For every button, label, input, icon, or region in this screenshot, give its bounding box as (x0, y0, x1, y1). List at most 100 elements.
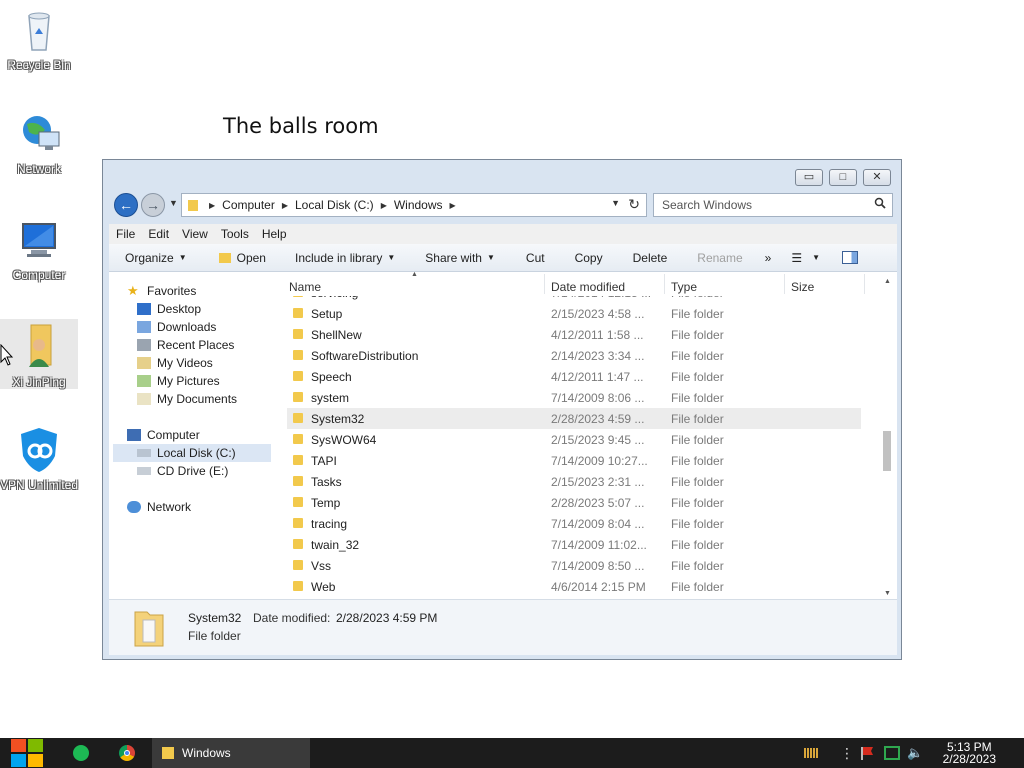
folder-icon (293, 350, 303, 360)
file-date: 7/14/2009 11:02... (551, 538, 647, 552)
nav-desktop[interactable]: Desktop (137, 300, 201, 318)
menu-file[interactable]: File (109, 227, 141, 241)
file-type: File folder (671, 370, 724, 384)
organize-button[interactable]: Organize ▼ (125, 251, 187, 265)
column-header-date[interactable]: Date modified (551, 280, 625, 294)
file-row[interactable]: twain_32 7/14/2009 11:02... File folder (287, 534, 861, 555)
copy-button[interactable]: Copy (575, 251, 603, 265)
column-divider[interactable] (544, 274, 545, 294)
column-divider[interactable] (664, 274, 665, 294)
share-with-button[interactable]: Share with ▼ (425, 251, 495, 265)
vpn-shield-icon (15, 426, 63, 474)
file-row[interactable]: Setup 2/15/2023 4:58 ... File folder (287, 303, 861, 324)
start-button[interactable] (10, 738, 44, 768)
nav-network[interactable]: Network (127, 498, 191, 516)
desktop-icon-label: Recycle Bin (7, 58, 71, 72)
file-type: File folder (671, 307, 724, 321)
chevron-down-icon[interactable]: ▼ (611, 198, 620, 208)
address-bar[interactable]: ▶ Computer ▶ Local Disk (C:) ▶ Windows ▶… (181, 193, 647, 217)
file-name: TAPI (311, 454, 337, 468)
cd-drive-icon (137, 467, 151, 475)
cut-button[interactable]: Cut (526, 251, 545, 265)
desktop-icon-computer[interactable]: Computer (0, 216, 78, 282)
nav-my-documents[interactable]: My Documents (137, 390, 237, 408)
nav-my-pictures[interactable]: My Pictures (137, 372, 220, 390)
more-commands-button[interactable]: » (765, 251, 772, 265)
volume-icon[interactable]: 🔈 (907, 745, 923, 761)
nav-my-videos[interactable]: My Videos (137, 354, 213, 372)
file-row[interactable]: ShellNew 4/12/2011 1:58 ... File folder (287, 324, 861, 345)
back-button[interactable]: ← (114, 193, 138, 217)
flag-icon[interactable] (860, 746, 874, 760)
scroll-thumb[interactable] (883, 431, 891, 471)
chevron-right-icon[interactable]: ▶ (450, 201, 456, 210)
file-row[interactable]: TAPI 7/14/2009 10:27... File folder (287, 450, 861, 471)
desktop-icon-recycle-bin[interactable]: Recycle Bin (0, 6, 78, 72)
vertical-scrollbar[interactable]: ▲ ▼ (879, 272, 897, 599)
menu-tools[interactable]: Tools (214, 227, 255, 241)
chevron-right-icon[interactable]: ▶ (282, 201, 288, 210)
menu-view[interactable]: View (175, 227, 214, 241)
search-input[interactable]: Search Windows (653, 193, 893, 217)
file-row[interactable]: Vss 7/14/2009 8:50 ... File folder (287, 555, 861, 576)
file-row[interactable]: SoftwareDistribution 2/14/2023 3:34 ... Fi… (287, 345, 861, 366)
file-row[interactable]: Temp 2/28/2023 5:07 ... File folder (287, 492, 861, 513)
scroll-down-icon[interactable]: ▼ (884, 590, 891, 597)
file-row[interactable]: Tasks 2/15/2023 2:31 ... File folder (287, 471, 861, 492)
nav-favorites[interactable]: ★ Favorites (127, 282, 196, 300)
breadcrumb-local-disk[interactable]: Local Disk (C:) (295, 198, 374, 212)
menu-help[interactable]: Help (255, 227, 293, 241)
desktop-icon-vpn-unlimited[interactable]: VPN Unlimited (0, 426, 78, 492)
nav-recent-places[interactable]: Recent Places (137, 336, 234, 354)
file-row[interactable]: System32 2/28/2023 4:59 ... File folder (287, 408, 861, 429)
refresh-icon[interactable]: ↻ (628, 196, 640, 213)
chevron-right-icon[interactable]: ▶ (209, 201, 215, 210)
maximize-button[interactable]: □ (829, 169, 857, 186)
file-row[interactable]: Speech 4/12/2011 1:47 ... File folder (287, 366, 861, 387)
column-headers: ▲ Name Date modified Type Size (279, 271, 879, 296)
file-row[interactable]: Web 4/6/2014 2:15 PM File folder (287, 576, 861, 596)
nav-favorites-label: Favorites (147, 284, 197, 298)
taskbar-task-windows[interactable]: Windows (152, 738, 310, 768)
file-row[interactable]: tracing 7/14/2009 8:04 ... File folder (287, 513, 861, 534)
delete-button[interactable]: Delete (633, 251, 668, 265)
nav-desktop-label: Desktop (157, 302, 202, 316)
keyboard-icon[interactable] (804, 748, 818, 758)
column-header-size[interactable]: Size (791, 280, 814, 294)
breadcrumb-computer[interactable]: Computer (222, 198, 275, 212)
rename-button[interactable]: Rename (697, 251, 742, 265)
nav-recent-label: Recent Places (157, 338, 235, 352)
system-clock[interactable]: 5:13 PM 2/28/2023 (943, 741, 996, 765)
breadcrumb-windows[interactable]: Windows (394, 198, 443, 212)
column-divider[interactable] (784, 274, 785, 294)
overflow-menu-icon[interactable]: ⋮ (840, 745, 854, 761)
file-name: tracing (311, 517, 348, 531)
nav-computer[interactable]: Computer (127, 426, 200, 444)
nav-cd-drive[interactable]: CD Drive (E:) (137, 462, 228, 480)
preview-pane-button[interactable] (842, 251, 859, 264)
forward-button[interactable]: → (141, 193, 165, 217)
nav-local-disk[interactable]: Local Disk (C:) (113, 444, 271, 462)
column-divider[interactable] (864, 274, 865, 294)
menu-edit[interactable]: Edit (141, 227, 175, 241)
scroll-up-icon[interactable]: ▲ (884, 278, 891, 285)
network-status-icon[interactable] (884, 746, 900, 760)
include-in-library-button[interactable]: Include in library ▼ (295, 251, 395, 265)
recent-pages-icon[interactable]: ▼ (169, 198, 178, 208)
nav-downloads[interactable]: Downloads (137, 318, 216, 336)
chevron-right-icon[interactable]: ▶ (381, 201, 387, 210)
search-icon[interactable] (874, 197, 886, 209)
file-row[interactable]: system 7/14/2009 8:06 ... File folder (287, 387, 861, 408)
view-options-button[interactable]: ☰ ▼ (791, 251, 820, 265)
spotify-app-icon[interactable] (73, 745, 89, 761)
column-header-type[interactable]: Type (671, 280, 697, 294)
close-button[interactable]: ✕ (863, 169, 891, 186)
open-button[interactable]: Open (218, 251, 266, 265)
minimize-button[interactable]: ▭ (795, 169, 823, 186)
folder-open-icon (218, 252, 231, 263)
window-titlebar[interactable]: ▭ □ ✕ (103, 160, 901, 190)
file-row[interactable]: SysWOW64 2/15/2023 9:45 ... File folder (287, 429, 861, 450)
desktop-icon-network[interactable]: Network (0, 110, 78, 176)
column-header-name[interactable]: Name (289, 280, 321, 294)
chrome-app-icon[interactable] (119, 745, 135, 761)
